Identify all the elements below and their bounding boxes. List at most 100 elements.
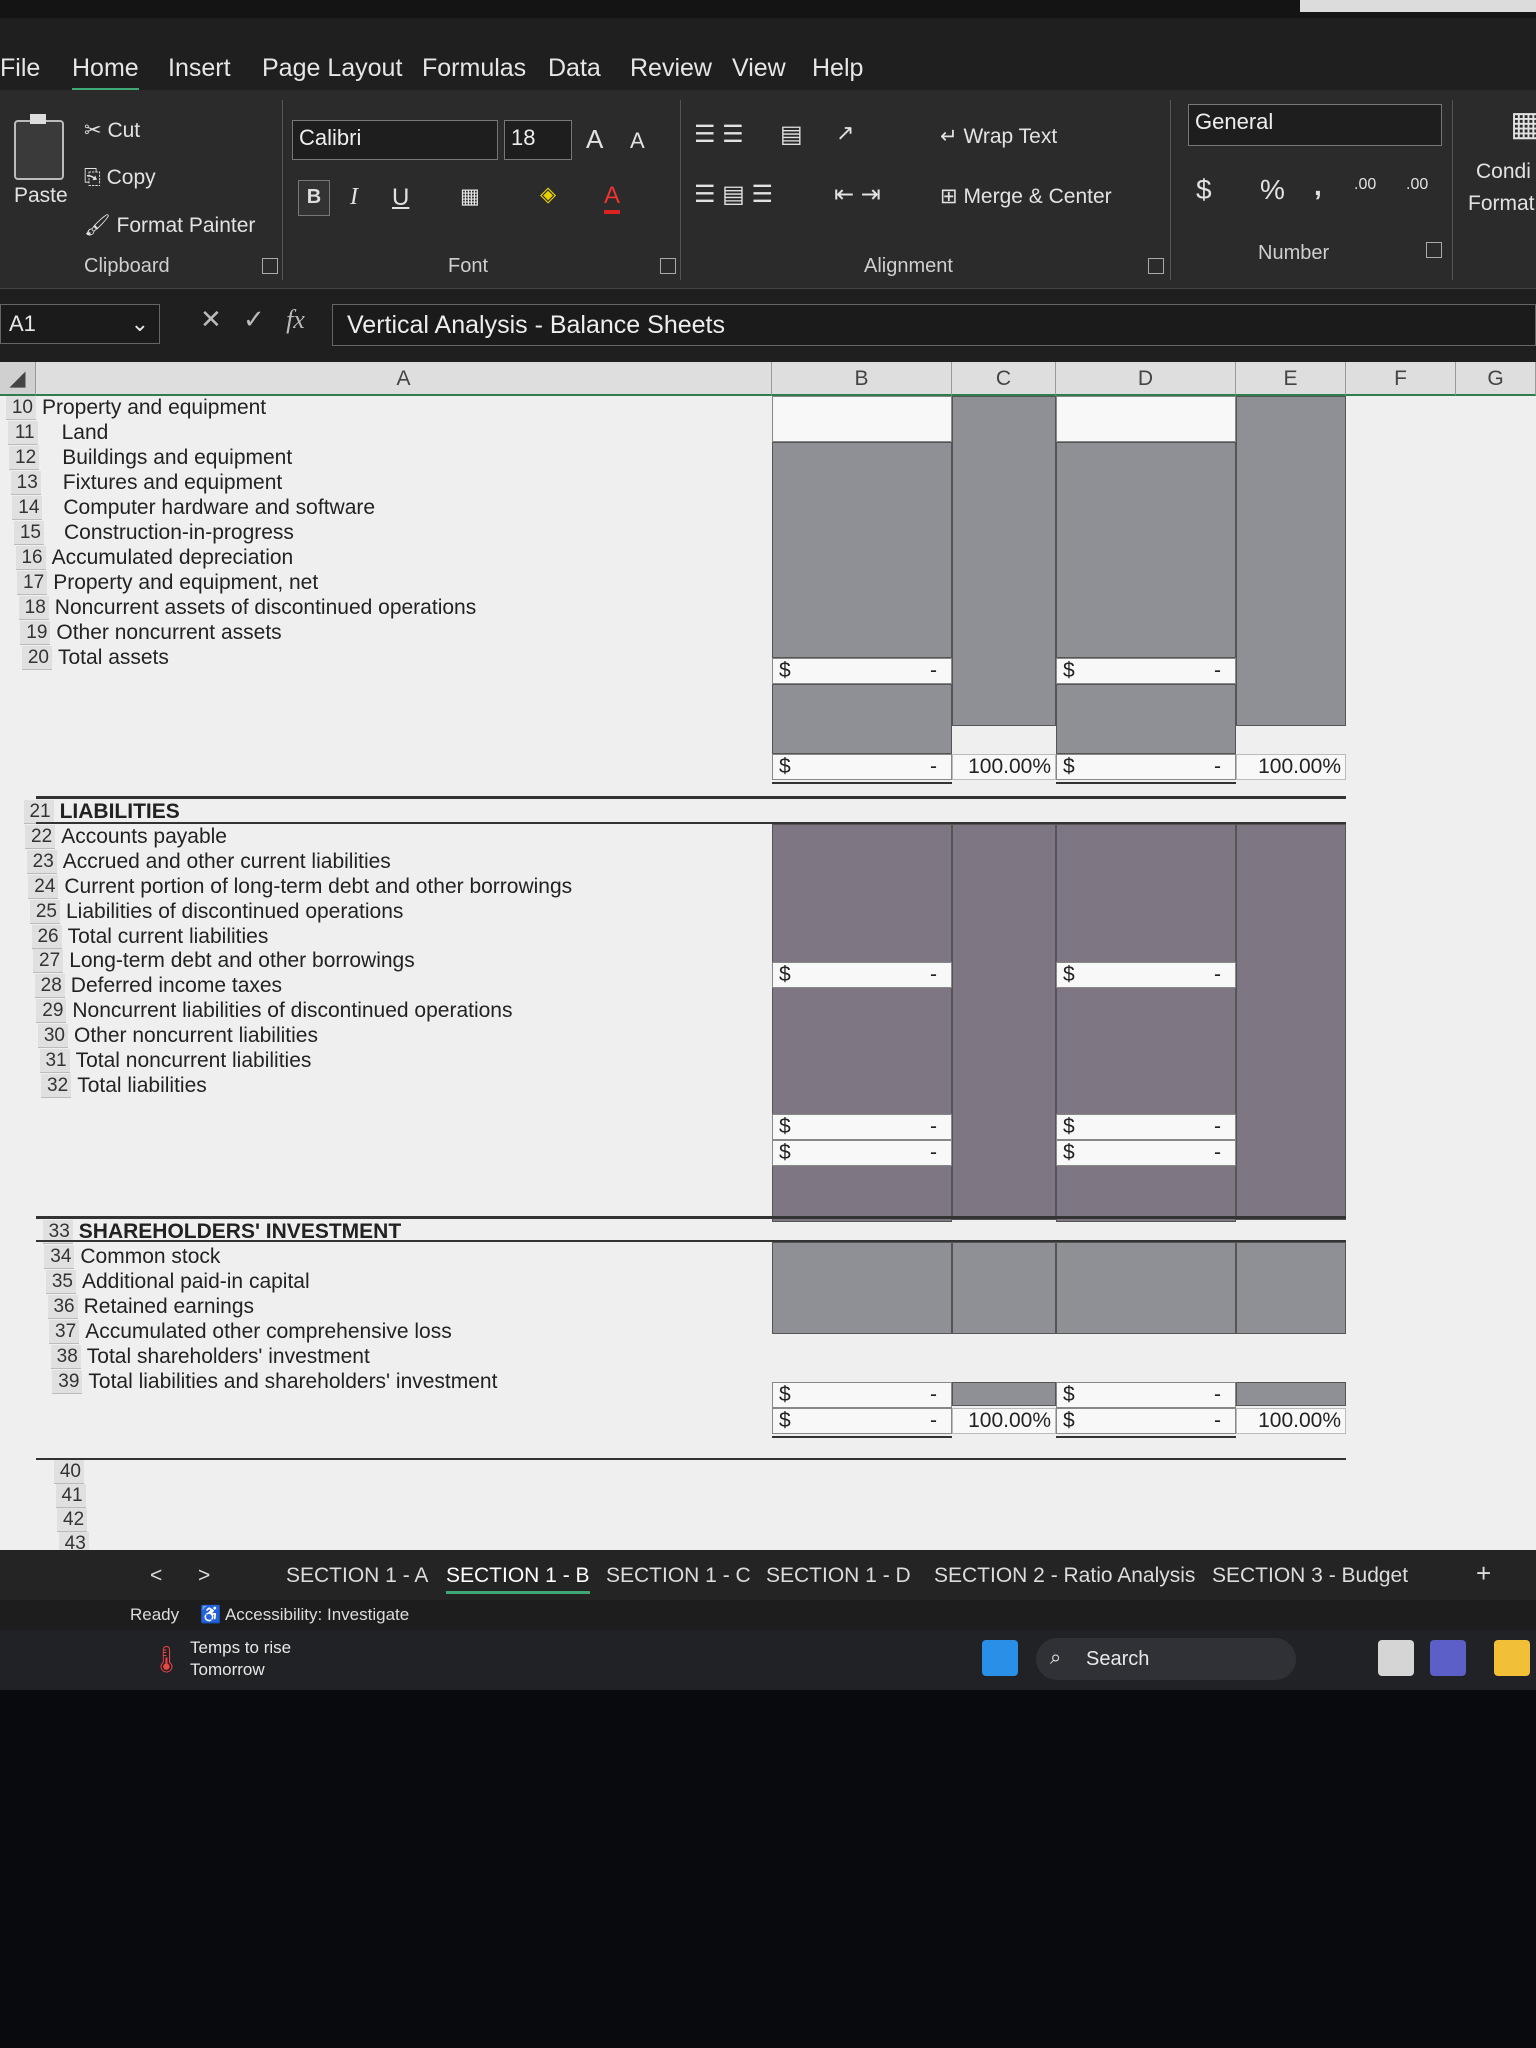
row-label-29[interactable]: Noncurrent liabilities of discontinued o…	[72, 999, 512, 1023]
select-all-corner[interactable]: ◢	[0, 362, 36, 396]
tab-section-1-d[interactable]: SECTION 1 - D	[766, 1564, 911, 1588]
align-middle-icon[interactable]: ▤	[780, 120, 803, 149]
row-label-23[interactable]: Accrued and other current liabilities	[63, 850, 391, 874]
row-label-26[interactable]: Total current liabilities	[68, 925, 269, 949]
row-label-32[interactable]: Total liabilities	[77, 1074, 207, 1098]
row-label-24[interactable]: Current portion of long-term debt and ot…	[64, 875, 572, 899]
row-header-40[interactable]: 40	[54, 1460, 84, 1484]
menu-home[interactable]: Home	[72, 54, 139, 91]
row-label-30[interactable]: Other noncurrent liabilities	[74, 1024, 318, 1048]
cell-b9[interactable]	[772, 396, 952, 442]
column-header-e[interactable]: E	[1236, 362, 1346, 396]
cell-b39[interactable]: $ -	[772, 1408, 952, 1434]
menu-file[interactable]: File	[0, 54, 40, 83]
row-label-16[interactable]: Accumulated depreciation	[52, 546, 294, 570]
row-header-29[interactable]: 29	[36, 999, 67, 1024]
row-header-36[interactable]: 36	[47, 1295, 78, 1319]
cell-c20[interactable]: 100.00%	[952, 754, 1056, 780]
font-color-icon[interactable]: A	[604, 182, 621, 214]
copy-button[interactable]: ⎘ Copy	[84, 166, 156, 190]
row-header-15[interactable]: 15	[14, 521, 44, 545]
cell-b20[interactable]: $ -	[772, 754, 952, 780]
file-explorer-icon[interactable]	[1378, 1640, 1414, 1676]
paste-icon[interactable]	[14, 114, 64, 180]
row-header-37[interactable]: 37	[49, 1320, 80, 1344]
row-label-21[interactable]: LIABILITIES	[60, 800, 180, 824]
row-header-14[interactable]: 14	[12, 496, 43, 520]
bold-button[interactable]: B	[298, 180, 330, 216]
indent-icon[interactable]: ⇤ ⇥	[834, 180, 881, 209]
taskbar-search-box[interactable]: ⌕ Search	[1036, 1638, 1296, 1680]
fill-color-icon[interactable]: ◈	[540, 182, 556, 207]
tab-section-1-a[interactable]: SECTION 1 - A	[286, 1564, 428, 1588]
formula-input[interactable]: Vertical Analysis - Balance Sheets	[332, 304, 1536, 346]
italic-button[interactable]: I	[350, 184, 358, 211]
accessibility-status[interactable]: ♿ Accessibility: Investigate	[200, 1605, 409, 1625]
row-header-26[interactable]: 26	[31, 924, 62, 949]
row-label-39[interactable]: Total liabilities and shareholders' inve…	[88, 1370, 497, 1394]
row-label-38[interactable]: Total shareholders' investment	[87, 1345, 370, 1369]
cell-b38[interactable]: $ -	[772, 1382, 952, 1408]
shrink-font-button[interactable]: A	[630, 128, 645, 154]
row-header-27[interactable]: 27	[33, 949, 64, 974]
underline-button[interactable]: U	[392, 184, 409, 212]
menu-formulas[interactable]: Formulas	[422, 54, 526, 83]
menu-help[interactable]: Help	[812, 54, 863, 83]
row-header-13[interactable]: 13	[10, 471, 41, 495]
wrap-text-button[interactable]: ↵ Wrap Text	[940, 124, 1057, 149]
grow-font-button[interactable]: A	[586, 124, 603, 155]
comma-button[interactable]: ,	[1314, 170, 1322, 202]
increase-decimal-button[interactable]: .00	[1354, 176, 1376, 194]
insert-function-icon[interactable]: fx	[286, 305, 305, 334]
cell-d26[interactable]: $ -	[1056, 962, 1236, 988]
cell-d38[interactable]: $ -	[1056, 1382, 1236, 1408]
row-header-35[interactable]: 35	[46, 1270, 76, 1294]
cell-d20[interactable]: $ -	[1056, 754, 1236, 780]
row-label-12[interactable]: Buildings and equipment	[62, 446, 292, 470]
column-header-d[interactable]: D	[1056, 362, 1236, 396]
row-label-27[interactable]: Long-term debt and other borrowings	[69, 949, 415, 973]
font-launcher-icon[interactable]	[660, 258, 676, 274]
cancel-icon[interactable]: ✕	[200, 304, 222, 334]
row-header-17[interactable]: 17	[17, 571, 48, 595]
row-header-41[interactable]: 41	[55, 1484, 86, 1508]
orientation-icon[interactable]: ↗	[836, 120, 854, 146]
row-label-11[interactable]: Land	[62, 421, 109, 445]
row-header-42[interactable]: 42	[57, 1508, 88, 1532]
row-label-18[interactable]: Noncurrent assets of discontinued operat…	[55, 596, 476, 620]
row-label-17[interactable]: Property and equipment, net	[53, 571, 318, 595]
row-label-20[interactable]: Total assets	[58, 646, 169, 670]
align-top-icon[interactable]: ☰ ☰	[694, 120, 744, 149]
row-header-32[interactable]: 32	[41, 1073, 72, 1098]
row-label-37[interactable]: Accumulated other comprehensive loss	[85, 1320, 452, 1344]
cell-e20[interactable]: 100.00%	[1236, 754, 1346, 780]
conditional-formatting-button[interactable]: Condi	[1476, 160, 1531, 184]
number-launcher-icon[interactable]	[1426, 242, 1442, 258]
number-format-select[interactable]: General	[1188, 104, 1442, 146]
percent-button[interactable]: %	[1260, 174, 1285, 206]
menu-page-layout[interactable]: Page Layout	[262, 54, 402, 83]
cell-c39[interactable]: 100.00%	[952, 1408, 1056, 1434]
row-label-15[interactable]: Construction-in-progress	[64, 521, 294, 545]
tab-section-1-b[interactable]: SECTION 1 - B	[446, 1564, 590, 1594]
sheet-next-button[interactable]: >	[198, 1564, 210, 1588]
row-header-12[interactable]: 12	[9, 446, 40, 470]
conditional-format-icon[interactable]: ▦	[1510, 104, 1536, 144]
row-label-19[interactable]: Other noncurrent assets	[56, 621, 281, 645]
format-table-button[interactable]: Format	[1468, 192, 1535, 216]
clipboard-launcher-icon[interactable]	[262, 258, 278, 274]
row-header-23[interactable]: 23	[26, 849, 57, 874]
row-label-28[interactable]: Deferred income taxes	[71, 974, 282, 998]
row-label-35[interactable]: Additional paid-in capital	[82, 1270, 310, 1294]
merge-center-button[interactable]: ⊞ Merge & Center	[940, 184, 1112, 209]
row-header-30[interactable]: 30	[38, 1024, 68, 1049]
row-label-13[interactable]: Fixtures and equipment	[63, 471, 282, 495]
row-header-28[interactable]: 28	[34, 974, 65, 999]
cell-b26[interactable]: $ -	[772, 962, 952, 988]
font-size-select[interactable]: 18	[504, 120, 572, 160]
cell-d31[interactable]: $ -	[1056, 1114, 1236, 1140]
row-header-34[interactable]: 34	[44, 1245, 75, 1269]
row-header-11[interactable]: 11	[7, 421, 38, 445]
menu-data[interactable]: Data	[548, 54, 601, 83]
row-header-10[interactable]: 10	[6, 396, 36, 420]
